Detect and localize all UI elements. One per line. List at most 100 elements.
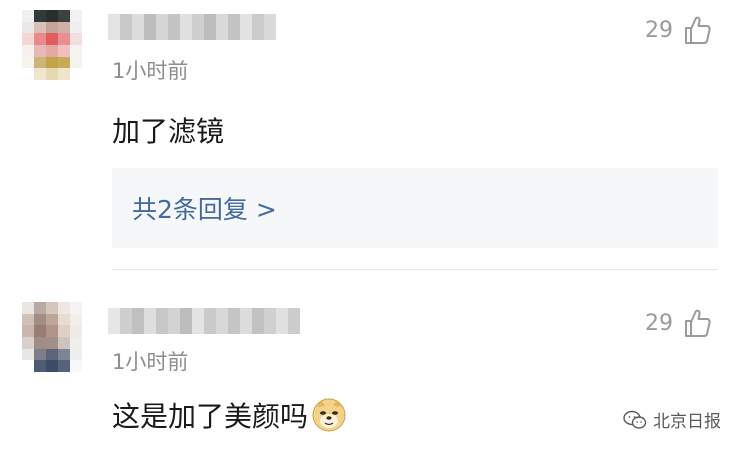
avatar[interactable] (22, 10, 82, 80)
username-mosaic-cell (144, 14, 156, 40)
avatar-mosaic-cell (70, 325, 82, 338)
username-mosaic-cell (120, 14, 132, 40)
avatar-mosaic-cell (22, 33, 34, 46)
view-replies-button[interactable]: 共2条回复 > (112, 168, 718, 248)
source-watermark: 北京日报 (623, 407, 721, 432)
avatar-mosaic-cell (22, 21, 34, 34)
avatar-mosaic-cell (70, 45, 82, 57)
username-pixelated[interactable] (108, 308, 300, 334)
avatar-mosaic-cell (58, 302, 70, 314)
like-count: 29 (645, 310, 673, 336)
avatar-mosaic-cell (22, 313, 34, 326)
avatar-mosaic-cell (70, 56, 82, 69)
avatar-mosaic-cell (58, 21, 70, 34)
avatar-mosaic-cell (22, 68, 34, 80)
username-mosaic-cell (228, 14, 240, 40)
username-mosaic-cell (216, 14, 228, 40)
comment-time: 1小时前 (112, 350, 189, 374)
username-mosaic-cell (108, 14, 120, 40)
avatar-mosaic-cell (46, 45, 58, 57)
avatar-mosaic-cell (34, 313, 46, 326)
comment-time: 1小时前 (112, 59, 189, 83)
username-mosaic-cell (264, 14, 276, 40)
thumbs-up-icon (685, 309, 711, 337)
doge-emoji-icon (312, 398, 346, 432)
username-mosaic-cell (108, 308, 120, 334)
avatar-mosaic-cell (22, 10, 34, 22)
avatar-mosaic-cell (46, 337, 58, 349)
avatar-mosaic-cell (34, 33, 46, 46)
avatar-mosaic-cell (58, 45, 70, 57)
comment-item: 1小时前 29 加了滤镜 共2条回复 > (0, 0, 741, 270)
username-mosaic-cell (228, 308, 240, 334)
avatar-mosaic-cell (34, 360, 46, 372)
username-mosaic-cell (252, 308, 264, 334)
avatar-mosaic-cell (70, 68, 82, 80)
username-mosaic-cell (168, 14, 180, 40)
avatar-mosaic-cell (34, 337, 46, 349)
avatar-mosaic-cell (58, 10, 70, 22)
username-mosaic-cell (180, 308, 192, 334)
avatar-mosaic-cell (58, 68, 70, 80)
username-mosaic-cell (168, 308, 180, 334)
like-button[interactable]: 29 (645, 308, 711, 338)
avatar-mosaic-cell (34, 68, 46, 80)
avatar-mosaic-cell (22, 45, 34, 57)
username-mosaic-cell (288, 308, 300, 334)
wechat-icon (623, 410, 647, 429)
avatar-mosaic-cell (34, 348, 46, 361)
avatar-mosaic-cell (58, 33, 70, 46)
username-pixelated[interactable] (108, 14, 276, 40)
username-mosaic-cell (216, 308, 228, 334)
avatar-mosaic-cell (34, 21, 46, 34)
avatar-mosaic-cell (22, 348, 34, 361)
avatar-mosaic-cell (46, 21, 58, 34)
username-mosaic-cell (240, 14, 252, 40)
username-mosaic-cell (156, 308, 168, 334)
like-button[interactable]: 29 (645, 15, 711, 45)
avatar-mosaic-cell (70, 313, 82, 326)
username-mosaic-cell (120, 308, 132, 334)
avatar-mosaic-cell (70, 33, 82, 46)
avatar-mosaic-cell (70, 10, 82, 22)
thumbs-up-icon (685, 16, 711, 44)
username-mosaic-cell (264, 308, 276, 334)
username-mosaic-cell (204, 308, 216, 334)
avatar-mosaic-cell (58, 56, 70, 69)
avatar-mosaic-cell (46, 313, 58, 326)
avatar-mosaic-cell (70, 337, 82, 349)
avatar-mosaic-cell (34, 45, 46, 57)
avatar-mosaic-cell (46, 33, 58, 46)
avatar-mosaic-cell (70, 348, 82, 361)
avatar-mosaic-cell (70, 302, 82, 314)
username-mosaic-cell (204, 14, 216, 40)
username-mosaic-cell (240, 308, 252, 334)
username-mosaic-cell (192, 308, 204, 334)
avatar-mosaic-cell (58, 348, 70, 361)
avatar-mosaic-cell (46, 10, 58, 22)
comment-text: 加了滤镜 (112, 115, 225, 148)
username-mosaic-cell (192, 14, 204, 40)
avatar-mosaic-cell (34, 10, 46, 22)
username-mosaic-cell (132, 14, 144, 40)
like-count: 29 (645, 17, 673, 43)
avatar-mosaic-cell (22, 302, 34, 314)
avatar-mosaic-cell (22, 360, 34, 372)
avatar-mosaic-cell (70, 21, 82, 34)
username-mosaic-cell (180, 14, 192, 40)
username-mosaic-cell (276, 308, 288, 334)
avatar[interactable] (22, 302, 82, 372)
username-mosaic-cell (156, 14, 168, 40)
avatar-mosaic-cell (46, 348, 58, 361)
username-mosaic-cell (144, 308, 156, 334)
avatar-mosaic-cell (22, 337, 34, 349)
avatar-mosaic-cell (46, 360, 58, 372)
comment-text: 这是加了美颜吗 (112, 400, 309, 433)
divider (112, 269, 718, 270)
avatar-mosaic-cell (22, 56, 34, 69)
watermark-label: 北京日报 (653, 412, 721, 432)
avatar-mosaic-cell (58, 337, 70, 349)
avatar-mosaic-cell (46, 302, 58, 314)
username-mosaic-cell (252, 14, 264, 40)
avatar-mosaic-cell (22, 325, 34, 338)
